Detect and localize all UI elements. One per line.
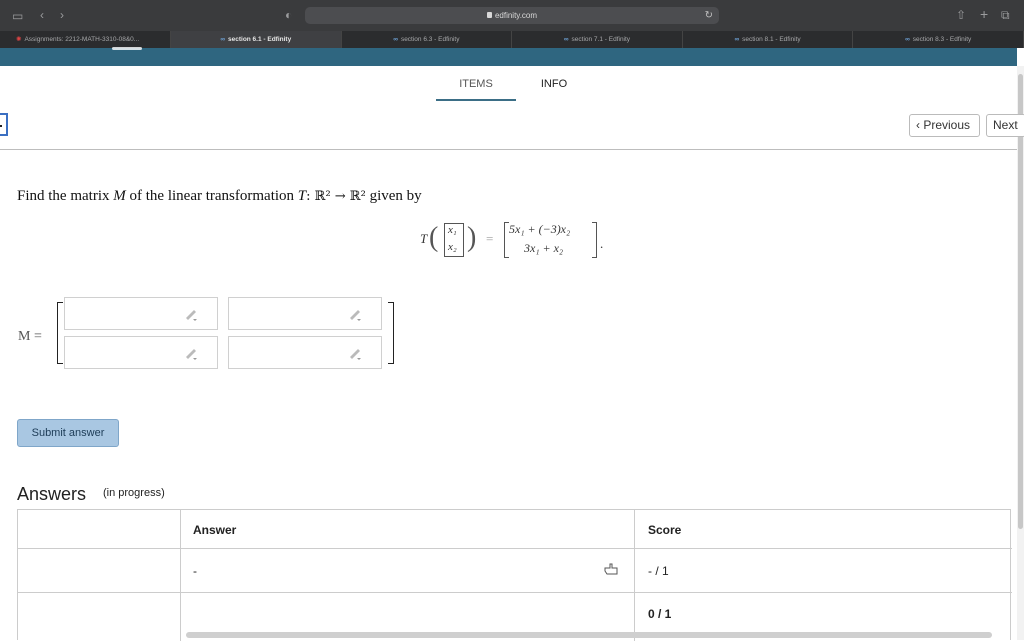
problem-statement: Find the matrix M of the linear transfor… [17, 188, 422, 205]
browser-tab[interactable]: ∞ section 8.1 - Edfinity [683, 31, 854, 48]
table-col-divider [180, 510, 181, 641]
tab-label: section 6.3 - Edfinity [400, 36, 460, 43]
answers-status: (in progress) [103, 487, 165, 499]
feedback-hand-icon[interactable] [603, 562, 619, 576]
divider [0, 149, 1017, 150]
reload-icon[interactable]: ↻ [705, 7, 713, 24]
formula-vector-bracket [458, 223, 464, 257]
answers-table: Answer Score - - / 1 0 / 1 [17, 509, 1012, 641]
tab-label: section 8.3 - Edfinity [912, 36, 972, 43]
matrix-bracket-left [57, 302, 63, 364]
forward-icon[interactable]: › [60, 9, 64, 21]
math-editor-pencil-icon[interactable] [184, 347, 200, 361]
problem-var-t: T [297, 188, 307, 204]
scrollbar-thumb[interactable] [1018, 74, 1023, 529]
score-cell: - / 1 [648, 564, 669, 578]
total-score-cell: 0 / 1 [648, 607, 672, 621]
edfinity-favicon-icon: ∞ [905, 36, 910, 43]
site-header-band [0, 47, 1017, 66]
tab-overview-icon[interactable]: ⧉ [1001, 9, 1010, 21]
address-bar[interactable]: edfinity.com ↻ [305, 7, 719, 24]
answer-cell: - [193, 564, 197, 578]
next-button[interactable]: Next [986, 114, 1024, 137]
browser-tab[interactable]: ✺ Assignments: 2212-MATH-3310-08&0... [0, 31, 171, 48]
matrix-bracket-right [388, 302, 394, 364]
formula-row2: 3x₁ + x₂ [524, 241, 564, 255]
formula-x2: x₂ [448, 241, 457, 253]
tab-items[interactable]: ITEMS [436, 76, 516, 101]
next-label: Next [993, 118, 1018, 132]
problem-var-m: M [113, 188, 126, 204]
share-icon[interactable]: ⇧ [956, 9, 966, 21]
math-editor-pencil-icon[interactable] [348, 347, 364, 361]
horizontal-scrollbar[interactable] [186, 632, 992, 638]
submit-answer-button[interactable]: Submit answer [17, 419, 119, 447]
sidebar-toggle-icon[interactable]: ▭ [12, 10, 23, 22]
header-handle [112, 47, 142, 50]
item-dot [0, 125, 2, 127]
transformation-formula: T ( x₁ x₂ ) = 5x₁ + (−3)x₂ 3x₁ + x₂ . [420, 222, 610, 260]
tab-label: section 7.1 - Edfinity [571, 36, 631, 43]
address-text: edfinity.com [494, 11, 538, 20]
browser-toolbar: ▭ ‹ › ◐ edfinity.com ↻ ⇧ + ⧉ [0, 0, 1024, 31]
table-row-divider [18, 592, 1012, 593]
formula-x1: x₁ [448, 224, 457, 236]
math-editor-pencil-icon[interactable] [184, 308, 200, 322]
formula-paren-right: ) [467, 222, 477, 253]
table-row-divider [18, 548, 1012, 549]
answers-heading: Answers [17, 484, 87, 504]
problem-text: of the linear transformation [129, 188, 295, 204]
browser-tab[interactable]: ∞ section 8.3 - Edfinity [853, 31, 1024, 48]
previous-button[interactable]: ‹ Previous [909, 114, 980, 137]
edfinity-favicon-icon: ∞ [220, 36, 225, 43]
tab-info[interactable]: INFO [528, 76, 580, 101]
edfinity-favicon-icon: ∞ [734, 36, 740, 43]
chevron-left-icon: ‹ [916, 118, 920, 132]
formula-output-bracket [592, 222, 597, 258]
browser-tab[interactable]: ∞ section 6.3 - Edfinity [342, 31, 513, 48]
tab-label: Assignments: 2212-MATH-3310-08&0... [24, 36, 140, 43]
problem-map: : ℝ² → ℝ² [306, 189, 366, 204]
edfinity-favicon-icon: ∞ [393, 36, 398, 43]
formula-paren-left: ( [429, 222, 439, 253]
score-column-header: Score [648, 523, 682, 537]
formula-equals: = [486, 231, 494, 246]
tab-label: section 6.1 - Edfinity [228, 36, 292, 43]
back-icon[interactable]: ‹ [40, 9, 44, 21]
app-favicon-icon: ✺ [16, 36, 22, 43]
answer-column-header: Answer [193, 523, 237, 537]
matrix-label: M = [18, 329, 42, 344]
browser-tab-active[interactable]: ∞ section 6.1 - Edfinity [171, 31, 342, 48]
browser-tab[interactable]: ∞ section 7.1 - Edfinity [512, 31, 683, 48]
edfinity-favicon-icon: ∞ [563, 36, 569, 43]
previous-label: Previous [923, 118, 971, 132]
item-selector-box[interactable] [0, 113, 8, 136]
formula-T: T [420, 231, 428, 246]
tab-label: section 8.1 - Edfinity [742, 36, 801, 43]
browser-tab-strip: ✺ Assignments: 2212-MATH-3310-08&0... ∞ se… [0, 31, 1024, 48]
formula-row1: 5x₁ + (−3)x₂ [509, 222, 571, 236]
problem-text: Find the matrix [17, 188, 110, 204]
math-editor-pencil-icon[interactable] [348, 308, 364, 322]
lock-icon [486, 12, 492, 18]
vertical-scrollbar[interactable] [1017, 66, 1024, 640]
new-tab-icon[interactable]: + [980, 7, 988, 21]
problem-text: given by [369, 188, 422, 204]
shield-icon[interactable]: ◐ [285, 9, 292, 21]
formula-period: . [600, 236, 604, 251]
table-col-divider [634, 510, 635, 641]
